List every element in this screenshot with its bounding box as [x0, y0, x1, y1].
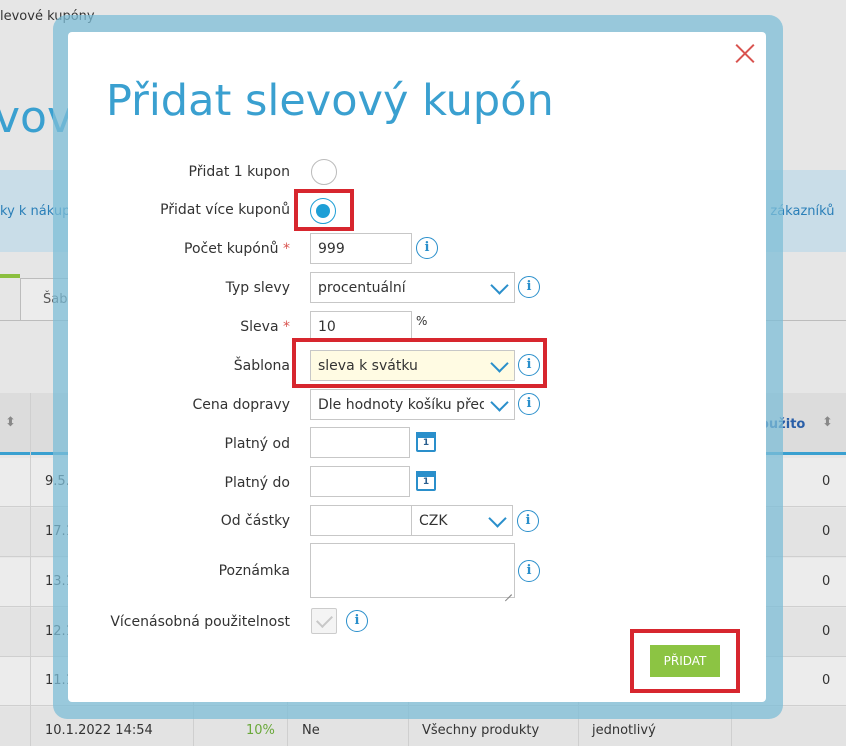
- min-amount-input[interactable]: [310, 505, 412, 536]
- multi-use-checkbox[interactable]: [311, 608, 337, 634]
- template-label: Šablona: [233, 358, 290, 374]
- close-icon[interactable]: [734, 42, 756, 64]
- cell-type: jednotlivý: [592, 723, 656, 738]
- discount-label-text: Sleva: [240, 319, 279, 335]
- resize-grip-icon[interactable]: [503, 586, 512, 595]
- calendar-day: 1: [422, 477, 430, 487]
- column-divider: [30, 393, 31, 746]
- calendar-day: 1: [422, 438, 430, 448]
- cell-used: 0: [822, 524, 831, 539]
- sort-icon[interactable]: ⬍: [5, 415, 16, 430]
- dialog-title: Přidat slevový kupón: [106, 76, 554, 126]
- calendar-icon[interactable]: 1: [416, 471, 436, 491]
- multi-use-label: Vícenásobná použitelnost: [110, 614, 290, 630]
- cell-multi-use: Ne: [302, 723, 320, 738]
- chevron-down-icon: [490, 514, 504, 528]
- info-icon[interactable]: i: [518, 393, 540, 415]
- valid-to-input[interactable]: [310, 466, 410, 497]
- add-one-radio[interactable]: [311, 159, 337, 185]
- discount-type-label: Typ slevy: [225, 280, 290, 296]
- discount-label: Sleva *: [240, 319, 290, 335]
- valid-from-label: Platný od: [224, 436, 290, 452]
- calendar-icon[interactable]: 1: [416, 432, 436, 452]
- required-mark: *: [283, 319, 290, 335]
- valid-to-label: Platný do: [224, 475, 290, 491]
- min-amount-label: Od částky: [220, 513, 290, 529]
- count-input[interactable]: 999: [310, 233, 412, 264]
- count-label: Počet kupónů *: [184, 241, 290, 257]
- cell-used: 0: [822, 574, 831, 589]
- cell-date: 10.1.2022 14:54: [45, 723, 153, 738]
- cell-used: 0: [822, 673, 831, 688]
- shipping-label: Cena dopravy: [192, 397, 290, 413]
- discount-unit: %: [416, 314, 428, 328]
- chevron-down-icon: [492, 398, 506, 412]
- info-icon[interactable]: i: [416, 237, 438, 259]
- info-icon[interactable]: i: [518, 560, 540, 582]
- info-icon[interactable]: i: [517, 510, 539, 532]
- highlight-box: [294, 189, 354, 231]
- active-tab-indicator: [0, 274, 20, 278]
- cell-discount: 10%: [246, 723, 275, 738]
- note-label: Poznámka: [218, 563, 290, 579]
- cell-used: 0: [822, 624, 831, 639]
- chevron-down-icon: [492, 281, 506, 295]
- currency-select[interactable]: CZK: [411, 505, 513, 536]
- count-label-text: Počet kupónů: [184, 241, 279, 257]
- required-mark: *: [283, 241, 290, 257]
- cell-products: Všechny produkty: [422, 723, 540, 738]
- add-multi-label: Přidat více kuponů: [160, 202, 290, 218]
- discount-type-value: procentuální: [318, 280, 406, 296]
- shipping-select[interactable]: Dle hodnoty košíku před s: [310, 389, 515, 420]
- cell-used: 0: [822, 474, 831, 489]
- shipping-value: Dle hodnoty košíku před s: [318, 397, 484, 413]
- highlight-box: [292, 338, 547, 388]
- add-one-label: Přidat 1 kupon: [188, 164, 290, 180]
- info-icon[interactable]: i: [518, 276, 540, 298]
- valid-from-input[interactable]: [310, 427, 410, 458]
- note-textarea[interactable]: [310, 543, 515, 598]
- highlight-box: [630, 629, 740, 693]
- discount-type-select[interactable]: procentuální: [310, 272, 515, 303]
- info-icon[interactable]: i: [346, 610, 368, 632]
- sort-icon[interactable]: ⬍: [822, 415, 833, 430]
